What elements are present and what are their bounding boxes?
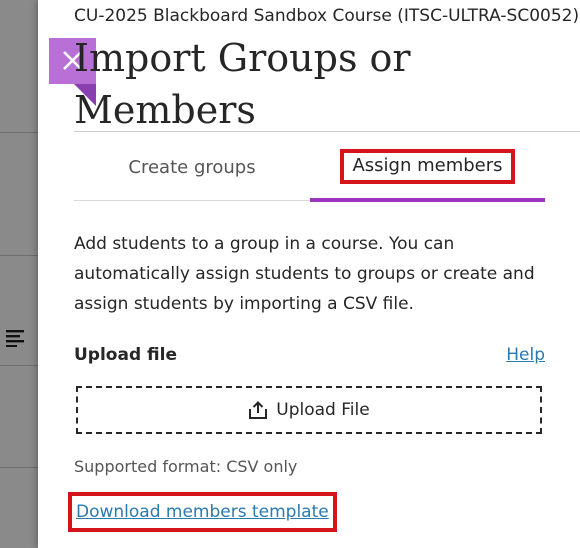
upload-file-button-label: Upload File [276,400,370,420]
tab-assign-members-label: Assign members [340,149,515,184]
page-title: Import Groups or Members [74,36,411,132]
menu-lines-icon[interactable] [6,329,26,347]
download-members-template-link[interactable]: Download members template [68,492,337,532]
app-root: CU-2025 Blackboard Sandbox Course (ITSC-… [0,0,580,548]
help-link[interactable]: Help [506,345,545,365]
divider [0,467,38,468]
download-members-template-label: Download members template [76,502,329,522]
divider [0,255,38,256]
upload-icon [249,401,268,419]
background-page [0,0,38,548]
upload-file-label: Upload file [74,345,177,365]
supported-format-note: Supported format: CSV only [74,457,298,476]
description-text: Add students to a group in a course. You… [74,234,535,314]
tab-bar: Create groups Assign members [74,140,545,202]
title-divider [74,131,580,132]
course-name: CU-2025 Blackboard Sandbox Course (ITSC-… [74,6,580,26]
active-tab-indicator [310,198,545,202]
divider [0,132,38,133]
divider [0,365,38,366]
tab-create-groups[interactable]: Create groups [74,140,310,195]
tab-create-groups-label: Create groups [128,157,256,178]
tab-assign-members[interactable]: Assign members [310,140,545,195]
upload-file-button[interactable]: Upload File [76,386,542,434]
